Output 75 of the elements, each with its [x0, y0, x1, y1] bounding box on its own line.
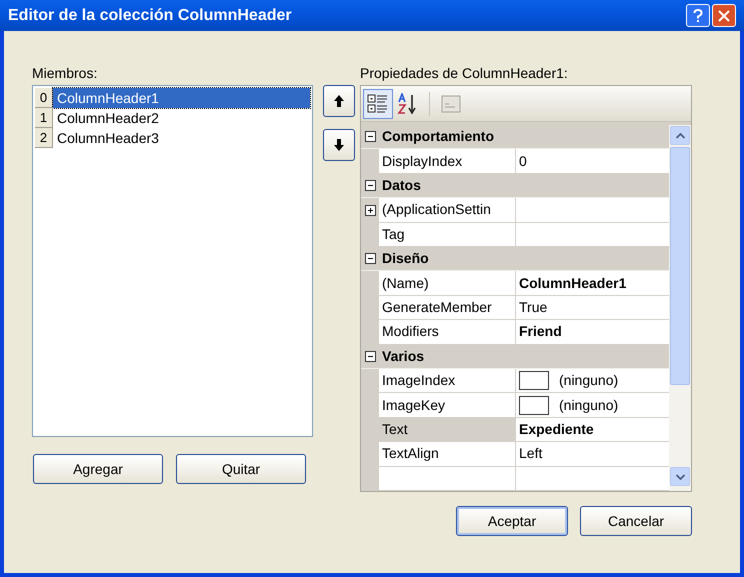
category-label: Diseño: [382, 249, 429, 268]
member-item[interactable]: ColumnHeader2: [53, 108, 310, 128]
property-value-cell[interactable]: [516, 222, 669, 248]
remove-button[interactable]: Quitar: [176, 454, 306, 484]
property-value: ColumnHeader1: [519, 274, 626, 293]
property-value-cell[interactable]: 0: [516, 149, 669, 174]
property-value-cell[interactable]: Expediente: [516, 418, 669, 442]
scroll-down-icon[interactable]: [676, 474, 684, 480]
help-icon: [693, 8, 703, 22]
members-label: Miembros:: [32, 64, 98, 83]
property-value-cell[interactable]: (ninguno): [516, 369, 669, 394]
scrollbar-thumb[interactable]: [670, 147, 690, 385]
collapse-icon[interactable]: [364, 131, 376, 142]
property-name: TextAlign: [382, 444, 439, 464]
property-name: ImageIndex: [382, 371, 456, 390]
move-up-button[interactable]: [323, 85, 355, 117]
category-label: Datos: [382, 176, 421, 196]
property-value: (ninguno): [559, 371, 618, 390]
property-name: DisplayIndex: [382, 152, 462, 171]
collapse-icon[interactable]: [364, 180, 376, 192]
index-label: 0: [35, 88, 53, 108]
member-item[interactable]: ColumnHeader3: [53, 128, 310, 148]
property-value-cell[interactable]: True: [516, 296, 669, 320]
property-value-cell[interactable]: Friend: [516, 320, 669, 345]
property-name-cell[interactable]: [379, 466, 516, 491]
move-down-button[interactable]: [323, 129, 355, 161]
arrow-down-icon: [334, 139, 344, 151]
collapse-icon[interactable]: [364, 253, 376, 264]
property-name: (ApplicationSettin: [382, 200, 491, 220]
property-name: (Name): [382, 274, 429, 293]
ok-button[interactable]: Aceptar: [456, 506, 568, 536]
property-name-cell[interactable]: TextAlign: [379, 442, 516, 467]
property-name-cell[interactable]: ImageIndex: [379, 369, 516, 394]
property-value: True: [519, 298, 548, 318]
cancel-button[interactable]: Cancelar: [580, 506, 692, 536]
categorized-icon: [367, 92, 389, 114]
property-name: Modifiers: [382, 322, 439, 342]
property-name-cell[interactable]: Modifiers: [379, 320, 516, 345]
scroll-up-icon[interactable]: [676, 132, 684, 138]
index-label: 2: [35, 128, 53, 148]
property-name-cell[interactable]: (ApplicationSettin: [379, 198, 516, 223]
property-name-cell[interactable]: GenerateMember: [379, 296, 516, 320]
category-label: Comportamiento: [382, 127, 494, 146]
property-value: Expediente: [519, 420, 594, 440]
property-value-cell[interactable]: [516, 198, 669, 223]
property-value: (ninguno): [559, 396, 618, 415]
property-name-cell[interactable]: Tag: [379, 222, 516, 248]
expand-icon[interactable]: [364, 204, 376, 216]
member-item[interactable]: ColumnHeader1: [53, 88, 310, 108]
property-name-cell[interactable]: (Name): [379, 271, 516, 296]
property-value: Left: [519, 444, 542, 464]
properties-label: Propiedades de ColumnHeader1:: [360, 64, 569, 83]
property-pages-icon: [440, 92, 462, 114]
help-button[interactable]: [686, 4, 710, 27]
property-name-cell[interactable]: ImageKey: [379, 393, 516, 418]
property-value: Friend: [519, 322, 562, 342]
close-button[interactable]: [712, 4, 736, 27]
property-name: Tag: [382, 224, 405, 244]
window-title: Editor de la colección ColumnHeader: [8, 6, 292, 26]
categorized-view-button[interactable]: [363, 88, 393, 118]
close-icon: [718, 10, 730, 22]
property-name: ImageKey: [382, 396, 446, 415]
property-value-cell[interactable]: ColumnHeader1: [516, 271, 669, 296]
category-label: Varios: [382, 346, 424, 366]
add-button[interactable]: Agregar: [33, 454, 163, 484]
property-value-cell[interactable]: (ninguno): [516, 393, 669, 418]
property-name: Text: [382, 420, 408, 440]
property-value-cell[interactable]: Left: [516, 442, 669, 467]
property-name: GenerateMember: [382, 298, 492, 318]
collapse-icon[interactable]: [364, 350, 376, 362]
property-name-cell[interactable]: DisplayIndex: [379, 149, 516, 174]
property-value: 0: [519, 152, 527, 171]
property-value-cell[interactable]: [516, 466, 669, 491]
index-label: 1: [35, 108, 53, 128]
arrow-up-icon: [334, 95, 344, 107]
